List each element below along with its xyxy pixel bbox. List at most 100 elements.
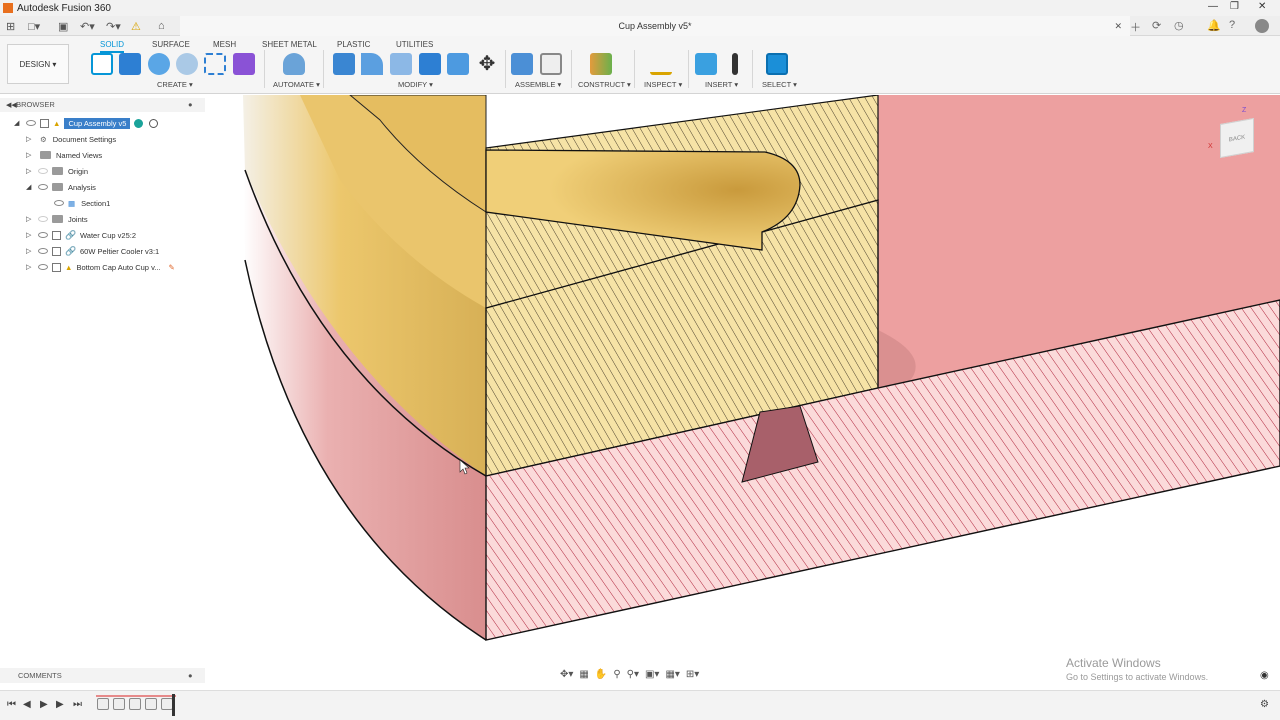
grid-settings-icon[interactable]: ▦▾: [665, 669, 679, 680]
expand-arrow-icon[interactable]: ▷: [26, 215, 34, 223]
pan-icon[interactable]: ✋: [595, 669, 607, 680]
create-sketch-icon[interactable]: [91, 53, 113, 75]
visibility-icon[interactable]: [26, 120, 36, 126]
viewports-icon[interactable]: ⊞▾: [686, 669, 699, 680]
construct-menu[interactable]: CONSTRUCT ▾: [578, 80, 631, 89]
go-to-end-icon[interactable]: ⏭: [73, 699, 82, 710]
split-icon[interactable]: [447, 53, 469, 75]
browser-item-water-cup[interactable]: ▷ 🔗 Water Cup v25:2: [26, 227, 136, 243]
collapse-arrow-icon[interactable]: ◀◀: [6, 99, 17, 113]
notification-icon[interactable]: 🔔: [1207, 19, 1221, 32]
pattern-icon[interactable]: [204, 53, 226, 75]
edit-pencil-icon[interactable]: ✎: [169, 263, 175, 272]
undo-icon[interactable]: ↶▾: [80, 20, 95, 33]
app-grid-icon[interactable]: ⊞: [6, 20, 15, 33]
expand-arrow-icon[interactable]: ▷: [26, 167, 34, 175]
new-tab-icon[interactable]: ＋: [1130, 19, 1141, 35]
extrude-icon[interactable]: [119, 53, 141, 75]
display-settings-icon[interactable]: ▣▾: [645, 669, 659, 680]
redo-icon[interactable]: ↷▾: [106, 20, 121, 33]
timeline-feature-icon[interactable]: [145, 698, 157, 710]
insert-image-icon[interactable]: [695, 53, 717, 75]
select-icon[interactable]: [766, 53, 788, 75]
orbit-icon[interactable]: ✥▾: [560, 669, 573, 680]
assemble-menu[interactable]: ASSEMBLE ▾: [515, 80, 561, 89]
insert-menu[interactable]: INSERT ▾: [705, 80, 738, 89]
measure-icon[interactable]: [650, 53, 672, 75]
tab-solid[interactable]: SOLID: [100, 40, 125, 53]
close-tab-icon[interactable]: ✕: [1114, 16, 1122, 36]
file-menu-icon[interactable]: □▾: [28, 20, 40, 33]
go-to-start-icon[interactable]: ⏮: [7, 699, 16, 710]
browser-item-analysis[interactable]: ◢ Analysis: [26, 179, 96, 195]
viewcube[interactable]: BACK Z X: [1208, 107, 1264, 163]
revolve-icon[interactable]: [148, 53, 170, 75]
combine-icon[interactable]: [419, 53, 441, 75]
tab-mesh[interactable]: MESH: [213, 40, 236, 49]
fillet-icon[interactable]: [361, 53, 383, 75]
job-status-icon[interactable]: ⟳: [1152, 19, 1161, 32]
home-icon[interactable]: ⌂: [158, 20, 165, 32]
shell-icon[interactable]: [390, 53, 412, 75]
browser-item-bottom-cap[interactable]: ▷ ▲ Bottom Cap Auto Cup v... ✎: [26, 259, 175, 275]
browser-item-peltier-cooler[interactable]: ▷ 🔗 60W Peltier Cooler v3:1: [26, 243, 159, 259]
automate-menu[interactable]: AUTOMATE ▾: [273, 80, 320, 89]
look-at-icon[interactable]: ▦: [579, 669, 588, 680]
activate-icon[interactable]: [134, 118, 144, 128]
browser-item-origin[interactable]: ▷ Origin: [26, 163, 88, 179]
inspect-menu[interactable]: INSPECT ▾: [644, 80, 682, 89]
expand-toggle-icon[interactable]: ◢: [26, 183, 34, 191]
form-icon[interactable]: [233, 53, 255, 75]
step-back-icon[interactable]: ◀: [23, 699, 31, 710]
warning-icon[interactable]: ⚠: [131, 20, 141, 33]
tab-sheet-metal[interactable]: SHEET METAL: [262, 40, 317, 49]
restore-icon[interactable]: ❐: [1230, 1, 1239, 12]
help-icon[interactable]: ?: [1229, 19, 1235, 31]
expand-arrow-icon[interactable]: ▷: [26, 231, 34, 239]
close-window-icon[interactable]: ✕: [1258, 1, 1266, 12]
fit-icon[interactable]: ⚲▾: [627, 669, 639, 680]
expand-arrow-icon[interactable]: ▷: [26, 247, 34, 255]
browser-root[interactable]: ◢ ▲ Cup Assembly v5: [14, 115, 159, 131]
visibility-icon[interactable]: [38, 248, 48, 254]
canvas-viewport[interactable]: BACK Z X: [206, 95, 1280, 685]
radio-icon[interactable]: [149, 118, 159, 128]
insert-derive-icon[interactable]: [732, 53, 738, 75]
timeline-feature-icon[interactable]: [113, 698, 125, 710]
create-menu[interactable]: CREATE ▾: [157, 80, 193, 89]
document-tab[interactable]: Cup Assembly v5* ✕: [180, 16, 1130, 36]
clock-icon[interactable]: ◷: [1174, 19, 1184, 32]
tab-plastic[interactable]: PLASTIC: [337, 40, 370, 49]
browser-item-section1[interactable]: ▦ Section1: [50, 195, 110, 211]
visibility-icon[interactable]: [38, 264, 48, 270]
tab-utilities[interactable]: UTILITIES: [396, 40, 433, 49]
automate-icon[interactable]: [283, 53, 305, 75]
expand-arrow-icon[interactable]: ▷: [26, 135, 34, 143]
browser-item-joints[interactable]: ▷ Joints: [26, 211, 88, 227]
visibility-icon[interactable]: [38, 184, 48, 190]
visibility-icon[interactable]: [54, 200, 64, 206]
feedback-icon[interactable]: ◉: [1260, 670, 1269, 681]
viewcube-face[interactable]: BACK: [1220, 118, 1254, 158]
zoom-icon[interactable]: ⚲: [613, 669, 620, 680]
press-pull-icon[interactable]: [333, 53, 355, 75]
workspace-switcher[interactable]: DESIGN ▾: [7, 44, 69, 84]
timeline-marker[interactable]: [172, 694, 175, 716]
model-section-view[interactable]: [206, 95, 1280, 685]
expand-arrow-icon[interactable]: ▷: [26, 263, 34, 271]
tab-surface[interactable]: SURFACE: [152, 40, 190, 49]
visibility-icon[interactable]: [38, 168, 48, 174]
user-avatar[interactable]: [1255, 19, 1269, 33]
timeline-feature-icon[interactable]: [97, 698, 109, 710]
timeline-settings-icon[interactable]: ⚙: [1260, 699, 1269, 710]
expand-arrow-icon[interactable]: ▷: [26, 151, 34, 159]
timeline-feature-icon[interactable]: [129, 698, 141, 710]
select-menu[interactable]: SELECT ▾: [762, 80, 797, 89]
new-component-icon[interactable]: [511, 53, 533, 75]
expand-toggle-icon[interactable]: ◢: [14, 119, 22, 127]
browser-pin-icon[interactable]: ●: [188, 98, 193, 112]
step-forward-icon[interactable]: ▶: [56, 699, 64, 710]
comments-pin-icon[interactable]: ●: [188, 668, 193, 683]
hole-icon[interactable]: [176, 53, 198, 75]
modify-menu[interactable]: MODIFY ▾: [398, 80, 433, 89]
